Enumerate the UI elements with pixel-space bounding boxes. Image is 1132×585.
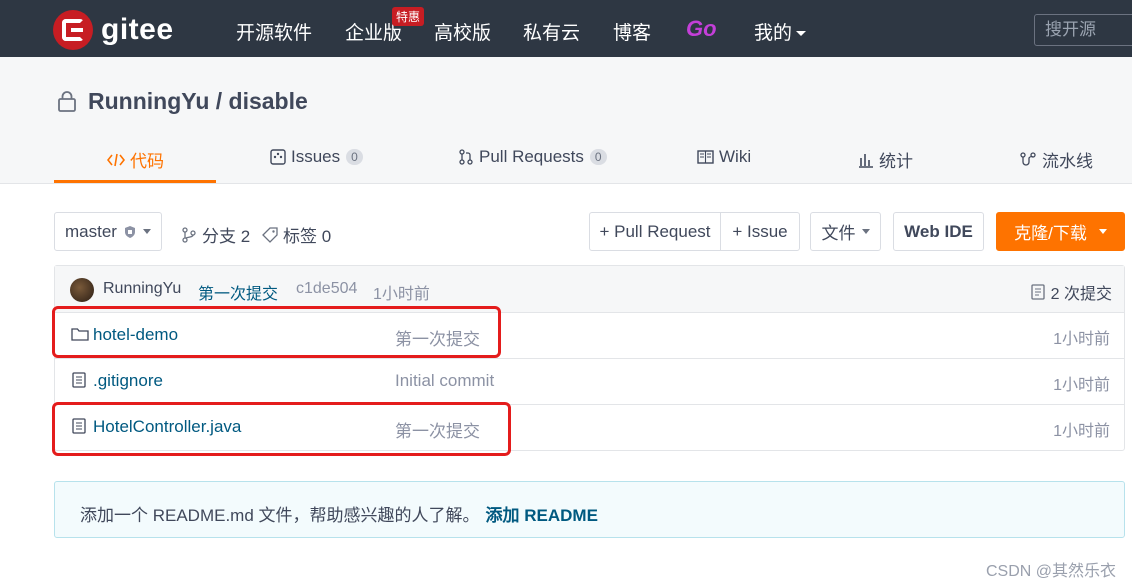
search-input[interactable] [1034, 14, 1132, 46]
nav-item-private-cloud[interactable]: 私有云 [523, 18, 580, 45]
commit-count: 2 次提交 [1050, 286, 1112, 303]
commit-message[interactable]: 第一次提交 [198, 280, 278, 304]
readme-banner: 添加一个 README.md 文件，帮助感兴趣的人了解。 添加 README [54, 481, 1125, 538]
logo-text: gitee [101, 13, 174, 46]
file-commit-message[interactable]: Initial commit [395, 371, 494, 391]
wiki-book-icon [697, 150, 714, 164]
tab-stats[interactable]: 统计 [858, 147, 913, 172]
table-row[interactable]: .gitignore Initial commit 1小时前 [55, 358, 1124, 405]
chevron-down-icon [861, 229, 870, 234]
branches-link[interactable]: 分支 2 [181, 222, 250, 247]
issues-icon [270, 149, 286, 165]
readme-message: 添加一个 README.md 文件，帮助感兴趣的人了解。 [80, 506, 480, 525]
file-menu-button[interactable]: 文件 [810, 212, 881, 251]
nav-item-blog[interactable]: 博客 [613, 18, 651, 45]
shield-icon [124, 225, 135, 238]
watermark: CSDN @其然乐衣 [985, 563, 1116, 580]
chevron-down-icon [796, 31, 807, 37]
new-issue-button[interactable]: + Issue [720, 212, 800, 251]
top-nav-bar: gitee 开源软件 企业版 特惠 高校版 私有云 博客 Go 我的 [0, 0, 1132, 57]
readme-text: 添加一个 README.md 文件，帮助感兴趣的人了解。 添加 README [80, 501, 598, 526]
chevron-down-icon [142, 229, 151, 234]
lock-icon [58, 91, 76, 112]
web-ide-button[interactable]: Web IDE [893, 212, 984, 251]
file-menu-label: 文件 [821, 224, 856, 243]
clone-download-button[interactable]: 克隆/下载 [996, 212, 1125, 251]
highlight-box [52, 306, 501, 358]
pull-request-icon [459, 149, 473, 165]
tab-stats-label: 统计 [879, 152, 913, 171]
tab-pull-requests[interactable]: Pull Requests 0 [458, 147, 607, 167]
tags-label: 标签 0 [283, 227, 332, 246]
pulls-count-badge: 0 [589, 149, 607, 165]
nav-item-education[interactable]: 高校版 [434, 18, 491, 45]
bar-chart-icon [859, 153, 873, 168]
tags-link[interactable]: 标签 0 [262, 222, 331, 247]
repo-title[interactable]: RunningYu / disable [88, 88, 308, 115]
chevron-down-icon [1098, 229, 1107, 234]
file-icon [72, 372, 86, 388]
commit-time: 1小时前 [373, 286, 430, 303]
nav-item-go[interactable]: Go [686, 16, 717, 42]
tab-pipeline-label: 流水线 [1042, 152, 1093, 171]
branches-label: 分支 2 [202, 227, 251, 246]
gitee-logo[interactable]: gitee [53, 10, 174, 50]
commit-hash[interactable]: c1de504 [296, 280, 357, 298]
file-time: 1小时前 [1053, 423, 1110, 440]
active-tab-indicator [54, 180, 216, 183]
clone-download-label: 克隆/下载 [1014, 224, 1087, 243]
commit-count-link[interactable]: 2 次提交 [1030, 280, 1112, 304]
mine-label: 我的 [754, 23, 793, 44]
branch-select[interactable]: master [54, 212, 162, 251]
add-readme-link[interactable]: 添加 README [486, 506, 598, 525]
file-time: 1小时前 [1053, 331, 1110, 348]
tab-issues-label: Issues [291, 147, 341, 166]
new-pull-request-button[interactable]: + Pull Request [589, 212, 721, 251]
tab-code[interactable]: 代码 [107, 147, 164, 172]
commit-author[interactable]: RunningYu [103, 280, 181, 298]
nav-item-open-source[interactable]: 开源软件 [236, 18, 312, 45]
branch-icon [182, 226, 196, 243]
commits-icon [1030, 284, 1045, 300]
highlight-box [52, 402, 511, 456]
gitee-logo-icon [53, 10, 93, 50]
tab-pipeline[interactable]: 流水线 [1019, 147, 1093, 172]
promo-badge: 特惠 [392, 7, 425, 26]
tab-wiki-label: Wiki [719, 147, 752, 166]
tab-code-label: 代码 [130, 152, 164, 171]
issues-count-badge: 0 [346, 149, 363, 165]
file-time: 1小时前 [1053, 377, 1110, 394]
tab-pulls-label: Pull Requests [479, 147, 584, 166]
tag-icon [262, 226, 278, 243]
file-name[interactable]: .gitignore [93, 371, 163, 391]
code-icon [107, 153, 125, 166]
pipeline-icon [1020, 151, 1036, 166]
tab-issues[interactable]: Issues 0 [270, 147, 363, 167]
tab-wiki[interactable]: Wiki [697, 147, 751, 167]
avatar[interactable] [70, 278, 94, 302]
nav-item-mine[interactable]: 我的 [754, 18, 807, 45]
branch-label: master [65, 221, 117, 241]
